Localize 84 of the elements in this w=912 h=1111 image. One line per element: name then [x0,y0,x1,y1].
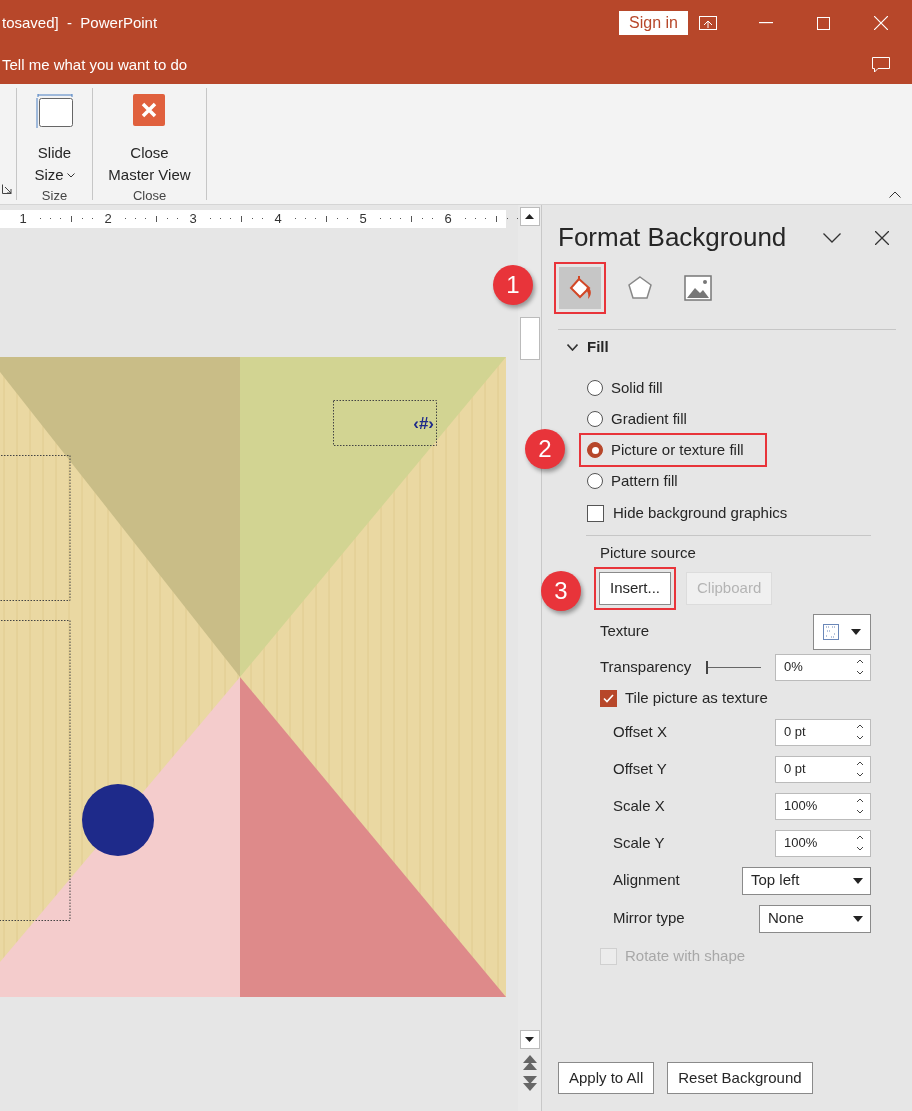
checkmark-icon [603,694,614,703]
slider-track[interactable] [706,660,762,674]
slide-number-field[interactable]: ‹#› [333,400,437,446]
ruler-tick [496,216,497,222]
caret-icon [851,628,861,635]
radio-button[interactable] [587,473,603,489]
ruler-tick [326,216,327,222]
field-label: Offset Y [613,758,667,779]
field-label: Scale Y [613,832,665,853]
chevron-down-icon[interactable] [823,232,841,243]
ruler-tick [156,216,157,222]
scroll-thumb[interactable] [519,317,540,360]
field-label: Offset X [613,721,667,742]
up-arrow-icon [525,214,534,219]
fill-section-header[interactable]: Fill [567,336,912,358]
ruler-number: 3 [189,210,197,229]
radio-label[interactable]: Pattern fill [611,469,678,493]
paint-bucket-icon [567,275,593,301]
image-icon [684,275,712,301]
down-arrow-icon [525,1037,534,1042]
spinner-field[interactable]: 0 pt [775,718,871,746]
spinner-field[interactable]: 100% [775,792,871,820]
radio-label[interactable]: Solid fill [611,376,663,400]
slide-size-button[interactable]: Slide Size [34,88,75,186]
next-slide-icon[interactable] [522,1075,537,1091]
scroll-up-button[interactable] [519,207,540,226]
spinner-field[interactable]: 0 pt [775,755,871,783]
field-label: Scale X [613,795,665,816]
previous-slide-icon[interactable] [522,1055,537,1071]
field-label: Transparency [600,656,692,677]
close-box-icon [133,94,166,126]
insert-button[interactable]: Insert... [599,571,672,605]
section-label: Picture source [600,543,697,563]
dropdown-select[interactable]: None [759,904,871,933]
dropdown-select[interactable]: Top left [742,866,871,895]
group-label: Size [41,187,68,205]
texture-dropdown[interactable] [813,613,871,650]
close-icon[interactable] [875,230,889,245]
apply-to-all-button[interactable]: Apply to All [558,1062,655,1094]
ribbon-display-icon[interactable] [699,16,717,30]
close-master-view-button[interactable]: Close Master View [108,88,191,186]
caret-icon [853,877,863,884]
step-badge: 1 [493,265,533,305]
window-title: tosaved] - PowerPoint [2,12,158,33]
ruler-tick [241,216,242,222]
ruler-number: 5 [359,210,367,229]
circle-shape [82,784,154,856]
panel-title: Format Background [558,221,787,254]
field-label: Texture [600,621,650,642]
sign-in-button[interactable]: Sign in [619,11,688,35]
group-label: Close [132,187,167,205]
slide-size-icon [35,94,74,128]
slider-thumb[interactable] [706,660,709,674]
minimize-icon[interactable] [759,22,773,24]
spinner-field[interactable]: 0% [775,653,871,681]
ruler-number: 6 [444,210,452,229]
ruler-tick [71,216,72,222]
ruler-number: 1 [19,210,27,229]
ruler-number: 4 [274,210,282,229]
checkbox-option[interactable]: Hide background graphics [587,502,912,524]
radio-label[interactable]: Gradient fill [611,407,687,431]
chevron-icon [567,343,578,351]
collapse-ribbon-icon[interactable] [889,191,901,198]
field-label: Mirror type [613,908,685,929]
texture-swatch-icon [823,623,839,640]
ruler-number: 2 [104,210,112,229]
dialog-launcher-icon[interactable] [2,184,12,194]
checkbox-option[interactable]: Tile picture as texture [600,688,912,709]
field-label: Alignment [613,870,680,891]
chevron-down-icon [66,172,75,178]
maximize-icon[interactable] [817,16,830,30]
radio-label[interactable]: Picture or texture fill [611,438,744,462]
ruler-tick [411,216,412,222]
radio-button[interactable] [587,442,603,458]
spinner-field[interactable]: 100% [775,829,871,857]
comment-icon[interactable] [872,57,890,73]
caret-icon [853,915,863,922]
slide-number-placeholder: ‹#› [413,414,434,433]
tell-me-field[interactable]: Tell me what you want to do [2,53,188,77]
scroll-down-button[interactable] [519,1030,540,1049]
radio-button[interactable] [587,380,603,396]
reset-background-button[interactable]: Reset Background [667,1062,813,1094]
radio-button[interactable] [587,411,603,427]
pentagon-icon [627,275,653,301]
